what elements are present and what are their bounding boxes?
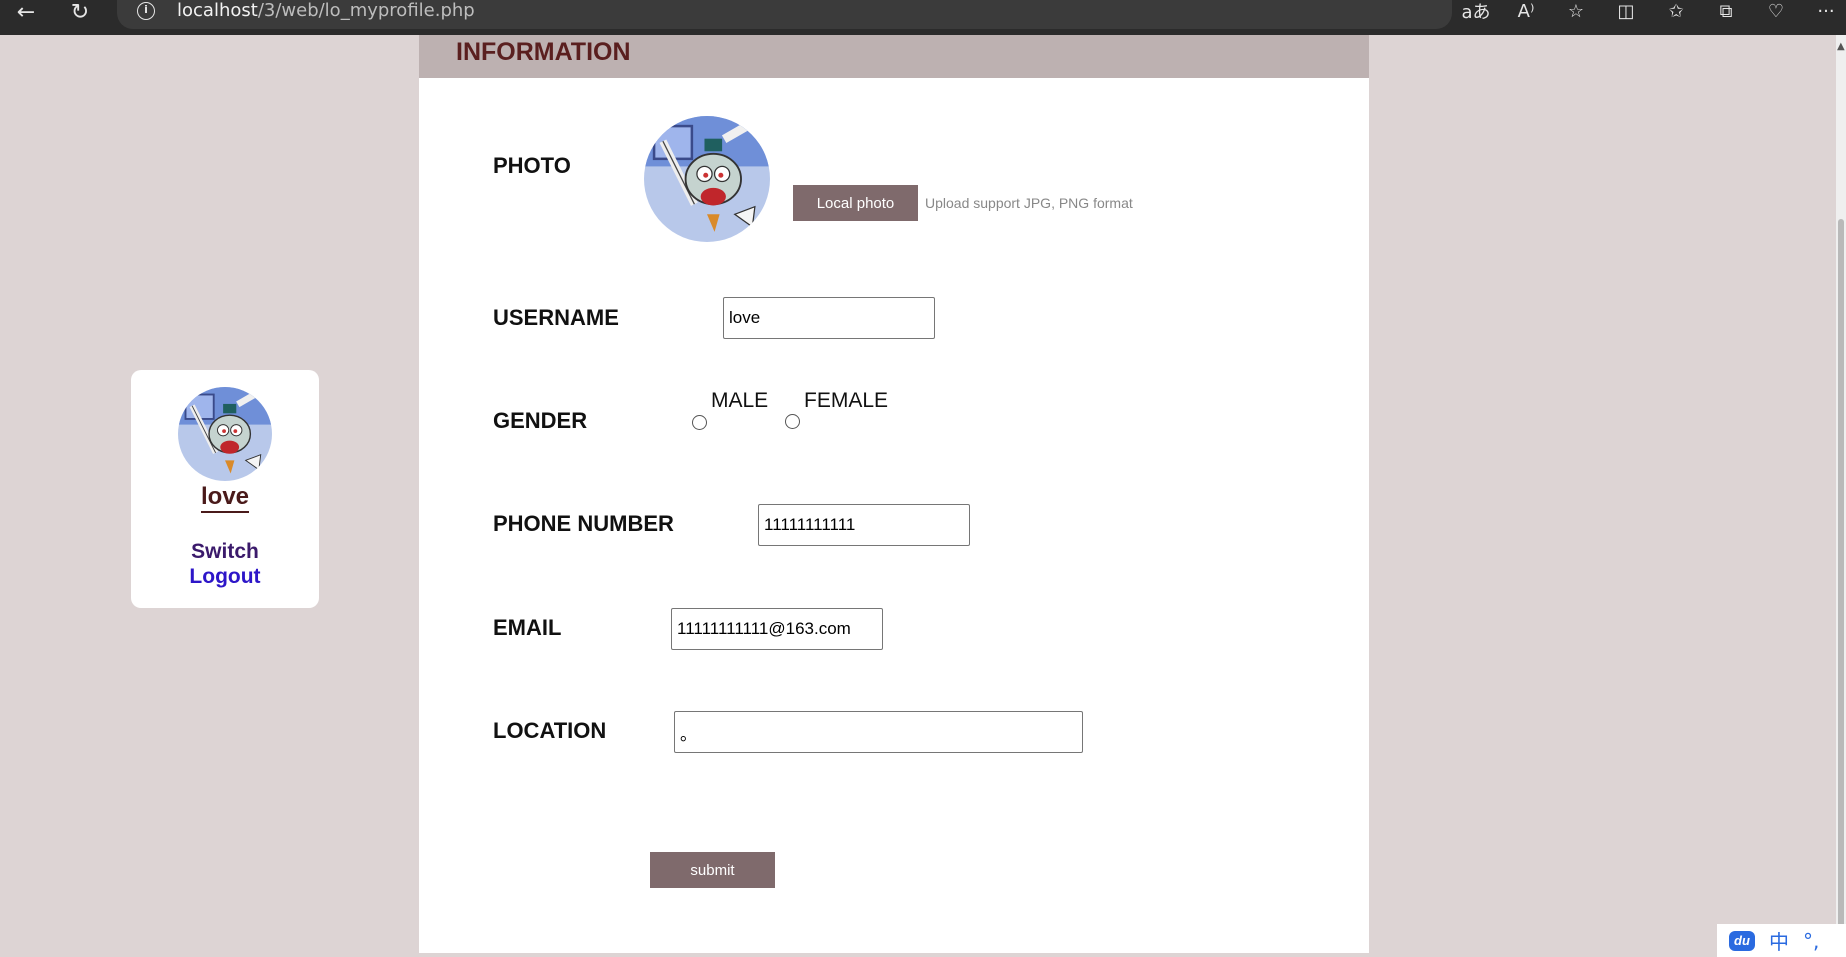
squidward-photo-icon	[644, 116, 770, 242]
squidward-avatar-icon	[178, 387, 272, 481]
email-label: EMAIL	[493, 615, 562, 640]
sidebar-username[interactable]: love	[131, 483, 319, 513]
address-bar[interactable]: i localhost/3/web/lo_myprofile.php	[117, 0, 1452, 29]
gender-female-label: FEMALE	[804, 389, 889, 412]
username-input[interactable]	[723, 297, 935, 339]
ime-logo-icon[interactable]: du	[1729, 930, 1755, 951]
health-icon[interactable]: ♡	[1756, 0, 1796, 22]
email-input[interactable]	[671, 608, 883, 650]
username-label: USERNAME	[493, 305, 619, 330]
gender-label: GENDER	[493, 408, 588, 433]
url-path: /3/web/lo_myprofile.php	[257, 0, 475, 21]
ime-mode-toggle[interactable]: 中	[1769, 926, 1789, 955]
refresh-icon[interactable]: ↻	[66, 0, 94, 25]
url-text[interactable]: localhost/3/web/lo_myprofile.php	[177, 0, 475, 22]
scroll-up-icon[interactable]: ▲	[1837, 41, 1845, 52]
url-host: localhost	[177, 0, 258, 21]
phone-input[interactable]	[758, 504, 970, 546]
profile-panel: INFORMATION PHOTO Local photo Upload sup…	[419, 35, 1369, 953]
ime-punctuation-toggle[interactable]: °,	[1803, 929, 1819, 953]
submit-button[interactable]: submit	[650, 852, 775, 888]
read-aloud-icon[interactable]: A⁾	[1506, 0, 1546, 22]
browser-actions: aあ A⁾ ☆ ◫ ✩ ⧉ ♡ ···	[1446, 0, 1846, 24]
page-scrollbar[interactable]: ▲	[1836, 35, 1846, 957]
location-input[interactable]	[674, 711, 1083, 753]
user-card: love Switch Logout	[131, 370, 319, 608]
scrollbar-thumb[interactable]	[1838, 219, 1844, 954]
collections-icon[interactable]: ⧉	[1706, 0, 1746, 22]
browser-toolbar: ← ↻ i localhost/3/web/lo_myprofile.php a…	[0, 0, 1846, 35]
favorite-star-icon[interactable]: ☆	[1556, 0, 1596, 22]
gender-female-radio[interactable]	[785, 414, 800, 429]
location-label: LOCATION	[493, 718, 607, 743]
gender-male-radio[interactable]	[692, 415, 707, 430]
page-viewport: love Switch Logout INFORMATION PHOTO Loc…	[0, 35, 1846, 957]
photo-label: PHOTO	[493, 153, 571, 178]
back-icon[interactable]: ←	[12, 0, 40, 25]
upload-hint: Upload support JPG, PNG format	[925, 195, 1133, 211]
ime-toolbar: du 中 °,	[1717, 924, 1846, 957]
switch-link[interactable]: Switch	[131, 540, 319, 564]
gender-male-label: MALE	[711, 389, 769, 412]
logout-link[interactable]: Logout	[131, 565, 319, 589]
translate-icon[interactable]: aあ	[1456, 0, 1496, 23]
info-icon[interactable]: i	[137, 2, 155, 20]
panel-header: INFORMATION	[419, 35, 1369, 78]
favorites-icon[interactable]: ✩	[1656, 0, 1696, 22]
profile-photo	[644, 116, 770, 242]
more-icon[interactable]: ···	[1806, 0, 1846, 22]
split-screen-icon[interactable]: ◫	[1606, 0, 1646, 22]
phone-label: PHONE NUMBER	[493, 511, 674, 536]
avatar	[178, 387, 272, 481]
page-title: INFORMATION	[456, 38, 631, 66]
local-photo-button[interactable]: Local photo	[793, 185, 918, 221]
